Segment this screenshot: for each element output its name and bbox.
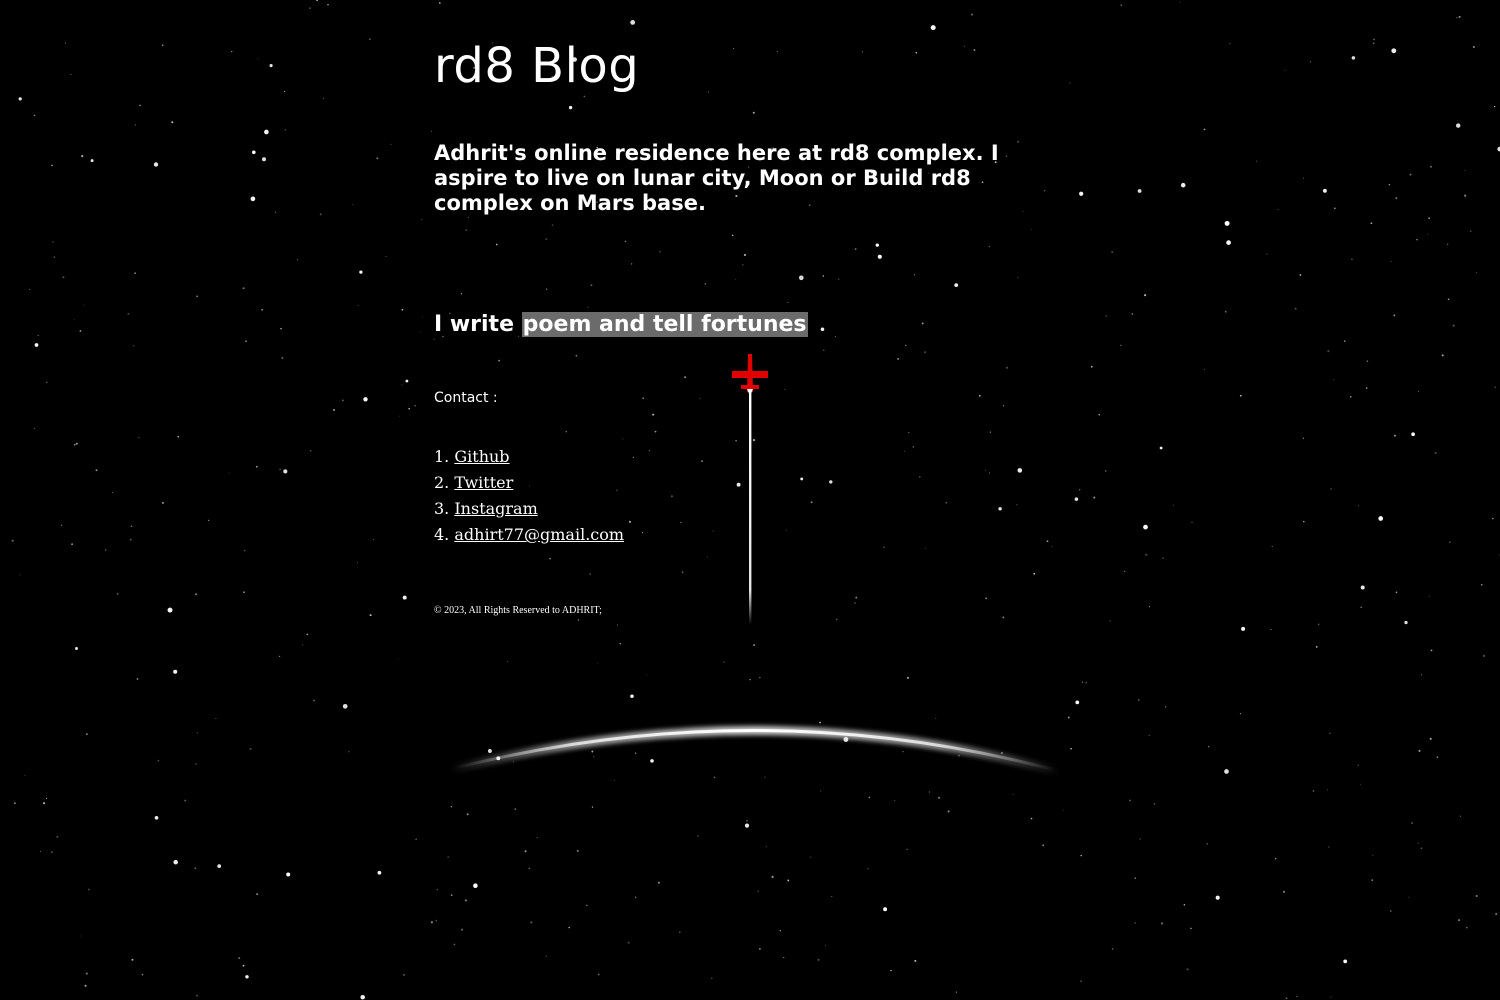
writes-prefix: I write [434, 312, 522, 337]
tagline: Adhrit's online residence here at rd8 co… [434, 141, 999, 215]
contact-item-email: 4. adhirt77@gmail.com [434, 522, 624, 548]
contact-item-twitter: 2. Twitter [434, 470, 624, 496]
instagram-link[interactable]: Instagram [454, 499, 537, 518]
contact-label: Contact : [434, 390, 498, 406]
email-link[interactable]: adhirt77@gmail.com [454, 525, 624, 544]
list-number: 2. [434, 473, 450, 492]
planet-horizon [448, 726, 1062, 777]
site-title: rd8 Blog [434, 38, 640, 94]
github-link[interactable]: Github [454, 447, 509, 466]
twitter-link[interactable]: Twitter [454, 473, 513, 492]
footer-copyright: © 2023, All Rights Reserved to ADHRIT; [434, 605, 602, 616]
writes-line: I write poem and tell fortunes [434, 311, 808, 339]
contact-list: 1. Github 2. Twitter 3. Instagram 4. adh… [434, 444, 624, 548]
list-number: 3. [434, 499, 450, 518]
list-number: 1. [434, 447, 450, 466]
list-number: 4. [434, 525, 450, 544]
contact-item-github: 1. Github [434, 444, 624, 470]
rocket-trail [749, 390, 752, 625]
writes-highlight: poem and tell fortunes [521, 312, 808, 337]
contact-item-instagram: 3. Instagram [434, 496, 624, 522]
rocket-icon [732, 354, 768, 396]
page-background: rd8 Blog Adhrit's online residence here … [0, 0, 1500, 1000]
